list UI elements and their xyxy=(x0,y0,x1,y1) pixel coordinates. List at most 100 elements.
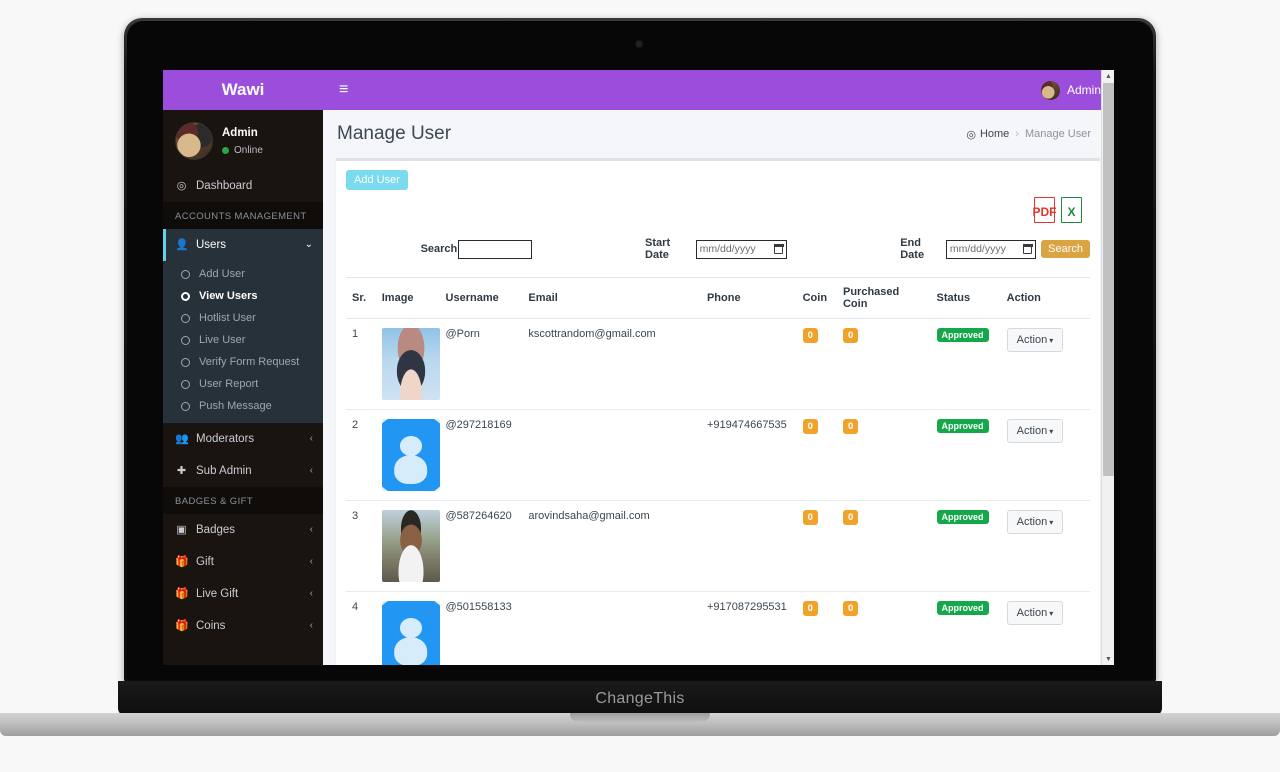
action-button[interactable]: Action ▾ xyxy=(1006,510,1064,534)
sidebar-item-hotlist-user[interactable]: Hotlist User xyxy=(163,307,323,329)
end-date-value: mm/dd/yyyy xyxy=(949,243,1006,255)
circle-icon xyxy=(181,379,190,389)
sidebar-item-moderators[interactable]: 👥 Moderators ‹ xyxy=(163,423,323,455)
calendar-icon[interactable] xyxy=(1022,243,1033,254)
sidebar-item-view-users[interactable]: View Users xyxy=(163,285,323,307)
breadcrumb-home[interactable]: ◎ Home xyxy=(966,128,1009,141)
cell-email: kscottrandom@gmail.com xyxy=(522,318,701,410)
sidebar-item-dashboard[interactable]: ◎ Dashboard xyxy=(163,170,323,202)
default-avatar xyxy=(381,419,440,491)
chevron-down-icon: ▾ xyxy=(1049,427,1054,436)
app-brand-label: Wawi xyxy=(221,80,265,99)
dashboard-icon: ◎ xyxy=(966,128,976,141)
sidebar-subitem-label: User Report xyxy=(199,378,259,390)
action-button[interactable]: Action ▾ xyxy=(1006,419,1064,443)
cell-username: @297218169 xyxy=(439,409,523,501)
sidebar-item-label: Dashboard xyxy=(196,180,253,192)
scrollbar-thumb[interactable] xyxy=(1103,83,1114,476)
cell-action: Action ▾ xyxy=(1000,409,1090,501)
app-brand[interactable]: Wawi xyxy=(163,70,323,110)
sidebar-item-live-gift[interactable]: 🎁 Live Gift ‹ xyxy=(163,578,323,610)
sidebar-users-submenu: Add User View Users Hotlist User Live Us… xyxy=(163,261,323,423)
start-date-input[interactable]: mm/dd/yyyy xyxy=(695,239,788,259)
chevron-down-icon: ▾ xyxy=(1049,518,1054,527)
cell-status: Approved xyxy=(930,500,1001,592)
search-button[interactable]: Search xyxy=(1041,240,1090,258)
hamburger-menu-icon[interactable]: ≡ xyxy=(335,80,352,100)
action-button-label: Action xyxy=(1016,334,1048,346)
sidebar-item-verify-form-request[interactable]: Verify Form Request xyxy=(163,351,323,373)
chevron-down-icon: ▾ xyxy=(1049,336,1054,345)
th-status: Status xyxy=(930,277,1001,319)
scroll-up-arrow-icon[interactable]: ▲ xyxy=(1102,70,1115,82)
end-date-input[interactable]: mm/dd/yyyy xyxy=(945,239,1037,259)
end-date-group: End Date mm/dd/yyyy Search xyxy=(900,237,1090,261)
action-button[interactable]: Action ▾ xyxy=(1006,328,1064,352)
cell-phone xyxy=(700,500,797,592)
vertical-scrollbar[interactable]: ▲ ▼ xyxy=(1101,70,1114,665)
chevron-left-icon: ‹ xyxy=(309,433,313,444)
chevron-down-icon: ▾ xyxy=(1049,609,1054,618)
sidebar-user-panel[interactable]: Admin Online xyxy=(163,110,323,170)
sidebar-item-live-user[interactable]: Live User xyxy=(163,329,323,351)
sidebar-item-add-user[interactable]: Add User xyxy=(163,263,323,285)
table-row: 2 @297218169 +919474667535 0 0 Approved Action… xyxy=(346,409,1090,501)
cell-image xyxy=(375,500,440,592)
breadcrumb-current: Manage User xyxy=(1024,128,1091,140)
cell-email: arovindsaha@gmail.com xyxy=(522,500,701,592)
sidebar-subitem-label: Add User xyxy=(199,268,245,280)
export-excel-icon[interactable]: X xyxy=(1061,197,1082,223)
cell-image xyxy=(375,318,440,410)
sidebar-item-sub-admin[interactable]: ✚ Sub Admin ‹ xyxy=(163,455,323,487)
chevron-left-icon: ‹ xyxy=(309,524,313,535)
sidebar-subitem-label: View Users xyxy=(199,290,258,302)
sidebar-item-user-report[interactable]: User Report xyxy=(163,373,323,395)
purchased-coin-badge: 0 xyxy=(842,328,859,343)
export-pdf-icon[interactable]: PDF xyxy=(1032,197,1057,223)
sidebar-item-label: Coins xyxy=(196,620,226,632)
add-user-button[interactable]: Add User xyxy=(346,170,408,190)
scroll-down-arrow-icon[interactable]: ▼ xyxy=(1102,653,1115,665)
page-title: Manage User xyxy=(337,123,452,144)
status-badge: Approved xyxy=(936,419,989,433)
topbar-user-label[interactable]: Admin xyxy=(1067,83,1101,97)
gift-icon: 🎁 xyxy=(175,556,189,568)
filter-bar: Search Start Date mm/dd/yyyy End Date mm… xyxy=(346,223,1090,277)
cell-username: @501558133 xyxy=(439,591,523,665)
action-button[interactable]: Action ▾ xyxy=(1006,601,1064,625)
cell-purchased-coin: 0 xyxy=(836,500,931,592)
sidebar-user-name: Admin xyxy=(222,127,258,139)
calendar-icon[interactable] xyxy=(774,243,784,254)
users-group-icon: 👥 xyxy=(175,433,189,445)
cell-image xyxy=(375,591,440,665)
cell-action: Action ▾ xyxy=(1000,500,1090,592)
action-button-label: Action xyxy=(1016,516,1048,528)
sidebar-item-push-message[interactable]: Push Message xyxy=(163,395,323,417)
coin-badge: 0 xyxy=(802,601,818,616)
avatar[interactable] xyxy=(1040,80,1060,100)
sidebar-item-coins[interactable]: 🎁 Coins ‹ xyxy=(163,610,323,642)
sidebar-item-users[interactable]: 👤 Users ⌄ xyxy=(163,229,323,261)
sidebar-user-status-label: Online xyxy=(234,145,263,156)
export-pdf-label: PDF xyxy=(1032,204,1057,219)
search-input[interactable] xyxy=(458,239,533,259)
cell-image xyxy=(375,409,440,501)
sidebar-item-gift[interactable]: 🎁 Gift ‹ xyxy=(163,546,323,578)
user-table-card: Add User PDF X Search Start Date mm/dd/y… xyxy=(336,158,1100,665)
table-row: 1 @Porn kscottrandom@gmail.com 0 0 Approved Ac… xyxy=(346,318,1090,410)
cell-action: Action ▾ xyxy=(1000,318,1090,410)
purchased-coin-badge: 0 xyxy=(842,419,859,434)
breadcrumb-home-label: Home xyxy=(979,128,1010,140)
circle-icon xyxy=(181,291,190,301)
online-status-icon xyxy=(222,147,229,154)
start-date-group: Start Date mm/dd/yyyy xyxy=(645,237,788,261)
search-label: Search xyxy=(420,243,458,255)
th-purchased-coin: Purchased Coin xyxy=(836,277,931,319)
status-badge: Approved xyxy=(936,510,989,524)
sidebar-item-label: Moderators xyxy=(196,433,255,445)
cell-status: Approved xyxy=(930,318,1001,410)
chevron-left-icon: ‹ xyxy=(309,556,313,567)
sidebar-item-badges[interactable]: ▣ Badges ‹ xyxy=(163,514,323,546)
sidebar-subitem-label: Live User xyxy=(199,334,246,346)
cell-purchased-coin: 0 xyxy=(836,409,931,501)
